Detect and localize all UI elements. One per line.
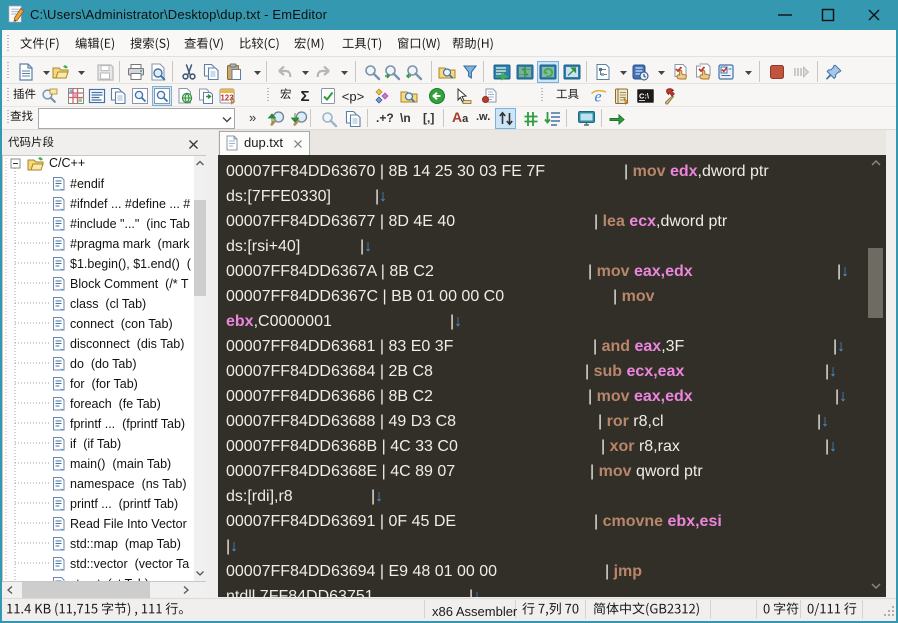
svg-text:C:\: C:\ [639,91,650,100]
